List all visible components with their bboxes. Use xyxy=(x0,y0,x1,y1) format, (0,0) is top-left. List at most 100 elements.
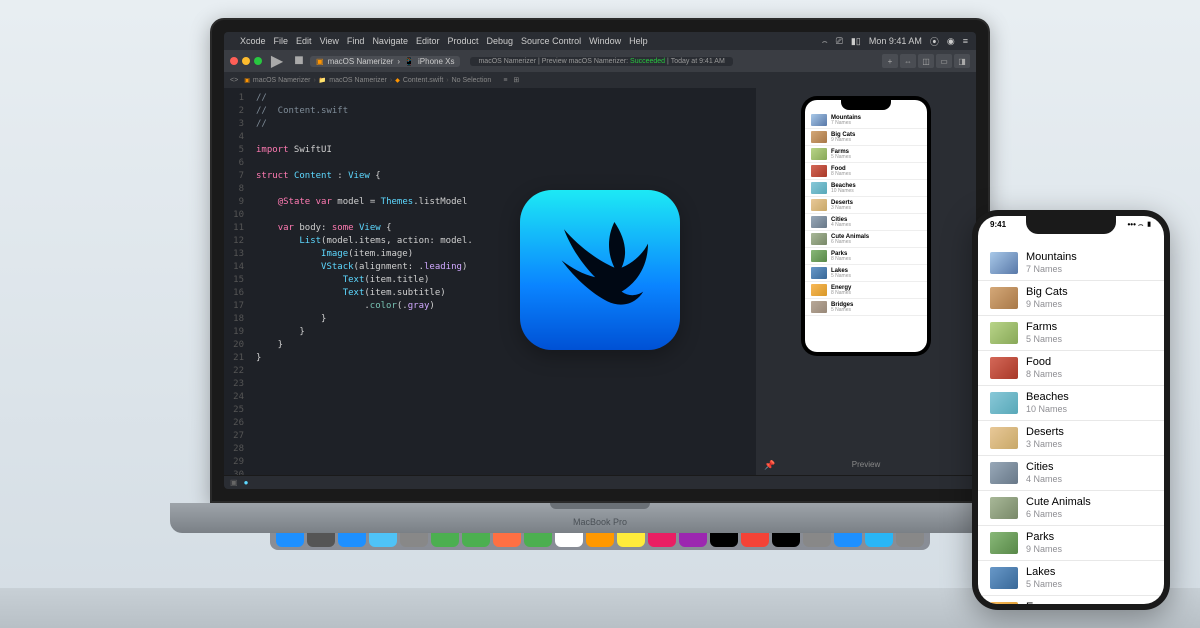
thumbnail xyxy=(811,216,827,228)
row-title: Farms xyxy=(1026,321,1062,334)
menu-file[interactable]: File xyxy=(274,36,289,46)
crumb-folder[interactable]: macOS Namerizer xyxy=(329,77,387,84)
menu-window[interactable]: Window xyxy=(589,36,621,46)
list-item[interactable]: Parks9 Names xyxy=(978,526,1164,561)
crumb-project[interactable]: macOS Namerizer xyxy=(253,77,311,84)
menu-product[interactable]: Product xyxy=(447,36,478,46)
iphone-screen[interactable]: 9:41 ••• ⌢ ▮ Mountains7 NamesBig Cats9 N… xyxy=(978,216,1164,604)
list-item[interactable]: Farms5 Names xyxy=(805,146,927,163)
crumb-selection[interactable]: No Selection xyxy=(452,77,492,84)
row-subtitle: 9 Names xyxy=(1026,544,1062,555)
swiftui-logo-icon xyxy=(520,190,680,350)
menu-find[interactable]: Find xyxy=(347,36,365,46)
crumb-file[interactable]: Content.swift xyxy=(403,77,443,84)
stop-button[interactable]: ■ xyxy=(292,54,306,68)
toolbar-right: + ⇔ ◫ ▭ ◨ xyxy=(882,54,970,68)
code-review-button[interactable]: ⇔ xyxy=(900,54,916,68)
list-item[interactable]: Beaches10 Names xyxy=(978,386,1164,421)
wifi-icon[interactable]: ⌢ xyxy=(822,36,828,47)
list-item[interactable]: Mountains7 Names xyxy=(978,246,1164,281)
row-subtitle: 8 Names xyxy=(831,172,851,177)
list-item[interactable]: Energy8 Names xyxy=(805,282,927,299)
siri-icon[interactable]: ◉ xyxy=(947,36,955,47)
thumbnail xyxy=(990,567,1018,589)
scheme-selector[interactable]: ▣ macOS Namerizer › 📱 iPhone Xs xyxy=(310,56,460,67)
list-item[interactable]: Farms5 Names xyxy=(978,316,1164,351)
menu-editor[interactable]: Editor xyxy=(416,36,440,46)
list-item[interactable]: Deserts3 Names xyxy=(805,197,927,214)
row-subtitle: 9 Names xyxy=(831,138,855,143)
row-title: Beaches xyxy=(1026,391,1069,404)
row-subtitle: 5 Names xyxy=(1026,579,1062,590)
minimize-button[interactable] xyxy=(242,57,250,65)
preview-screen[interactable]: Mountains7 NamesBig Cats9 NamesFarms5 Na… xyxy=(805,100,927,352)
battery-icon[interactable]: ▮▯ xyxy=(851,36,861,47)
console-icon[interactable]: ● xyxy=(244,478,249,487)
row-subtitle: 8 Names xyxy=(831,257,851,262)
status-time: 9:41 xyxy=(990,220,1006,230)
navigator-toggle[interactable]: ◫ xyxy=(918,54,934,68)
control-center-icon[interactable]: ⎚ xyxy=(836,36,843,47)
row-title: Cities xyxy=(1026,461,1062,474)
canvas-preview: Mountains7 NamesBig Cats9 NamesFarms5 Na… xyxy=(756,88,976,475)
list-item[interactable]: Deserts3 Names xyxy=(978,421,1164,456)
macos-menubar: Xcode File Edit View Find Navigate Editor Prod… xyxy=(224,32,976,50)
jump-bar[interactable]: <> ▣ macOS Namerizer › 📁 macOS Namerizer… xyxy=(224,72,976,88)
editor-options-icon[interactable]: ≡ xyxy=(503,77,507,84)
iphone-list[interactable]: Mountains7 NamesBig Cats9 NamesFarms5 Na… xyxy=(978,216,1164,604)
thumbnail xyxy=(990,462,1018,484)
list-item[interactable]: Food8 Names xyxy=(978,351,1164,386)
run-button[interactable]: ▶ xyxy=(270,54,284,68)
thumbnail xyxy=(990,497,1018,519)
list-item[interactable]: Big Cats9 Names xyxy=(805,129,927,146)
debug-toggle[interactable]: ▭ xyxy=(936,54,952,68)
activity-viewer[interactable]: macOS Namerizer | Preview macOS Namerize… xyxy=(470,57,732,66)
list-item[interactable]: Beaches10 Names xyxy=(805,180,927,197)
pin-icon[interactable]: 📌 xyxy=(764,460,775,471)
inspector-toggle[interactable]: ◨ xyxy=(954,54,970,68)
list-item[interactable]: Mountains7 Names xyxy=(805,112,927,129)
menu-source-control[interactable]: Source Control xyxy=(521,36,581,46)
nav-icon[interactable]: <> xyxy=(230,77,238,84)
folder-icon: 📁 xyxy=(319,77,326,84)
add-editor-icon[interactable]: ⊞ xyxy=(513,76,519,84)
row-subtitle: 7 Names xyxy=(831,121,861,126)
list-item[interactable]: Lakes5 Names xyxy=(805,265,927,282)
list-item[interactable]: Bridges5 Names xyxy=(805,299,927,316)
thumbnail xyxy=(811,284,827,296)
thumbnail xyxy=(811,182,827,194)
list-item[interactable]: Cities4 Names xyxy=(805,214,927,231)
close-button[interactable] xyxy=(230,57,238,65)
thumbnail xyxy=(990,287,1018,309)
list-item[interactable]: Big Cats9 Names xyxy=(978,281,1164,316)
iphone-device: 9:41 ••• ⌢ ▮ Mountains7 NamesBig Cats9 N… xyxy=(972,210,1170,610)
thumbnail xyxy=(811,301,827,313)
list-item[interactable]: Food8 Names xyxy=(805,163,927,180)
app-icon: ▣ xyxy=(316,57,324,66)
breakpoint-icon[interactable]: ▣ xyxy=(230,478,238,487)
list-item[interactable]: Cute Animals6 Names xyxy=(805,231,927,248)
menu-navigate[interactable]: Navigate xyxy=(372,36,408,46)
menu-debug[interactable]: Debug xyxy=(487,36,514,46)
scheme-device: iPhone Xs xyxy=(418,57,454,66)
code-text[interactable]: // // Content.swift // import SwiftUI st… xyxy=(250,88,756,475)
clock[interactable]: Mon 9:41 AM xyxy=(869,36,922,46)
row-subtitle: 5 Names xyxy=(1026,334,1062,345)
row-subtitle: 8 Names xyxy=(831,291,851,296)
app-name[interactable]: Xcode xyxy=(240,36,266,46)
notification-center-icon[interactable]: ≡ xyxy=(963,36,968,46)
menu-help[interactable]: Help xyxy=(629,36,648,46)
thumbnail xyxy=(811,114,827,126)
menu-edit[interactable]: Edit xyxy=(296,36,312,46)
library-button[interactable]: + xyxy=(882,54,898,68)
preview-list: Mountains7 NamesBig Cats9 NamesFarms5 Na… xyxy=(805,100,927,316)
zoom-button[interactable] xyxy=(254,57,262,65)
list-item[interactable]: Energy8 Names xyxy=(978,596,1164,604)
thumbnail xyxy=(990,252,1018,274)
search-icon[interactable]: ⦿ xyxy=(930,35,939,48)
list-item[interactable]: Lakes5 Names xyxy=(978,561,1164,596)
menu-view[interactable]: View xyxy=(320,36,339,46)
list-item[interactable]: Cute Animals6 Names xyxy=(978,491,1164,526)
list-item[interactable]: Cities4 Names xyxy=(978,456,1164,491)
list-item[interactable]: Parks8 Names xyxy=(805,248,927,265)
